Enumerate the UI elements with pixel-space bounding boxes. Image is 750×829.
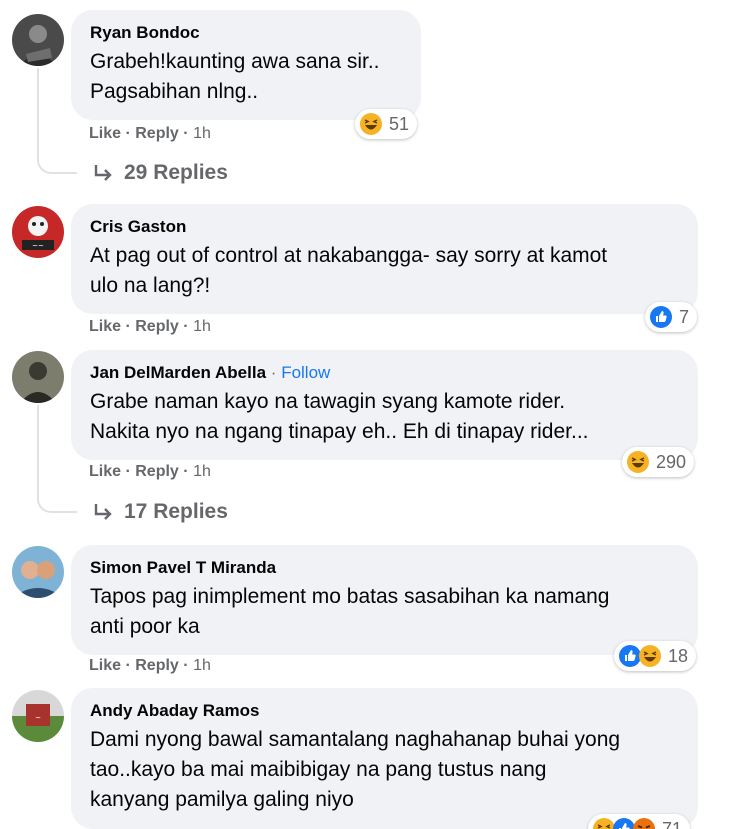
thread-line	[37, 405, 39, 491]
timestamp[interactable]: 1h	[193, 125, 211, 142]
reaction-summary[interactable]: 51	[355, 109, 418, 139]
author-name[interactable]: Simon Pavel T Miranda	[90, 557, 679, 579]
reaction-count: 7	[679, 306, 690, 327]
comment-thread: Ryan Bondoc Grabeh!kaunting awa sana sir…	[0, 0, 750, 829]
follow-button[interactable]: Follow	[281, 363, 330, 382]
reply-link[interactable]: Reply	[135, 125, 179, 142]
like-link[interactable]: Like	[89, 318, 121, 335]
reaction-count: 71	[662, 818, 683, 829]
reply-link[interactable]: Reply	[135, 463, 179, 480]
comment-bubble: Simon Pavel T Miranda Tapos pag inimplem…	[71, 545, 698, 655]
haha-emoji	[639, 645, 661, 667]
replies-label: 17 Replies	[124, 500, 228, 523]
reaction-count: 290	[656, 451, 687, 472]
reaction-count: 18	[668, 645, 689, 666]
timestamp[interactable]: 1h	[193, 463, 211, 480]
comment-bubble: Cris Gaston At pag out of control at nak…	[71, 204, 698, 314]
timestamp[interactable]: 1h	[193, 318, 211, 335]
thread-connector	[37, 152, 77, 174]
avatar[interactable]: ~~	[12, 206, 64, 258]
thread-connector	[37, 491, 77, 513]
reaction-count: 51	[389, 113, 410, 134]
separator: ·	[125, 318, 131, 335]
comment-text: Dami nyong bawal samantalang naghahanap …	[90, 728, 621, 811]
like-icon	[650, 306, 672, 328]
view-replies-button[interactable]: 29 Replies	[92, 161, 228, 185]
angry-emoji	[633, 818, 655, 829]
comment-bubble: Jan DelMarden Abella · Follow Grabe nama…	[71, 350, 698, 460]
comment-bubble: Andy Abaday Ramos Dami nyong bawal saman…	[71, 688, 698, 829]
comment-bubble: Ryan Bondoc Grabeh!kaunting awa sana sir…	[71, 10, 421, 120]
separator: ·	[183, 463, 189, 480]
haha-emoji	[627, 451, 649, 473]
like-link[interactable]: Like	[89, 657, 121, 674]
like-link[interactable]: Like	[89, 463, 121, 480]
separator: ·	[125, 463, 131, 480]
comment-text: Grabeh!kaunting awa sana sir.. Pagsabihan…	[90, 50, 380, 103]
comment-text: Grabe naman kayo na tawagin syang kamote…	[90, 390, 589, 443]
thread-line	[37, 68, 39, 152]
reply-arrow-icon	[94, 165, 112, 181]
haha-emoji	[360, 113, 382, 135]
reply-link[interactable]: Reply	[135, 657, 179, 674]
timestamp[interactable]: 1h	[193, 657, 211, 674]
separator: ·	[183, 657, 189, 674]
like-link[interactable]: Like	[89, 125, 121, 142]
svg-text:~~: ~~	[32, 242, 44, 250]
reaction-summary[interactable]: 7	[645, 302, 698, 332]
avatar[interactable]	[12, 351, 64, 403]
author-name[interactable]: Ryan Bondoc	[90, 22, 402, 44]
separator: ·	[183, 125, 189, 142]
separator: ·	[183, 318, 189, 335]
replies-label: 29 Replies	[124, 161, 228, 184]
avatar[interactable]: ~	[12, 690, 64, 742]
comment-actions: Like · Reply · 1h	[89, 463, 211, 481]
view-replies-button[interactable]: 17 Replies	[92, 500, 228, 524]
reaction-summary[interactable]: 290	[622, 447, 695, 477]
separator: ·	[125, 125, 131, 142]
author-name[interactable]: Cris Gaston	[90, 216, 679, 238]
comment-actions: Like · Reply · 1h	[89, 657, 211, 675]
avatar[interactable]	[12, 14, 64, 66]
avatar[interactable]	[12, 546, 64, 598]
separator: ·	[125, 657, 131, 674]
separator: ·	[270, 363, 277, 382]
author-name[interactable]: Andy Abaday Ramos	[90, 700, 679, 722]
comment-text: At pag out of control at nakabangga- say…	[90, 244, 608, 297]
author-name[interactable]: Jan DelMarden Abella · Follow	[90, 362, 679, 384]
reaction-summary[interactable]: 18	[614, 641, 697, 671]
comment-actions: Like · Reply · 1h	[89, 318, 211, 336]
reply-arrow-icon	[94, 504, 112, 520]
reply-link[interactable]: Reply	[135, 318, 179, 335]
comment-actions: Like · Reply · 1h	[89, 125, 211, 143]
reaction-summary[interactable]: 71	[588, 814, 691, 829]
comment-text: Tapos pag inimplement mo batas sasabihan…	[90, 585, 610, 638]
svg-text:~: ~	[35, 714, 41, 722]
